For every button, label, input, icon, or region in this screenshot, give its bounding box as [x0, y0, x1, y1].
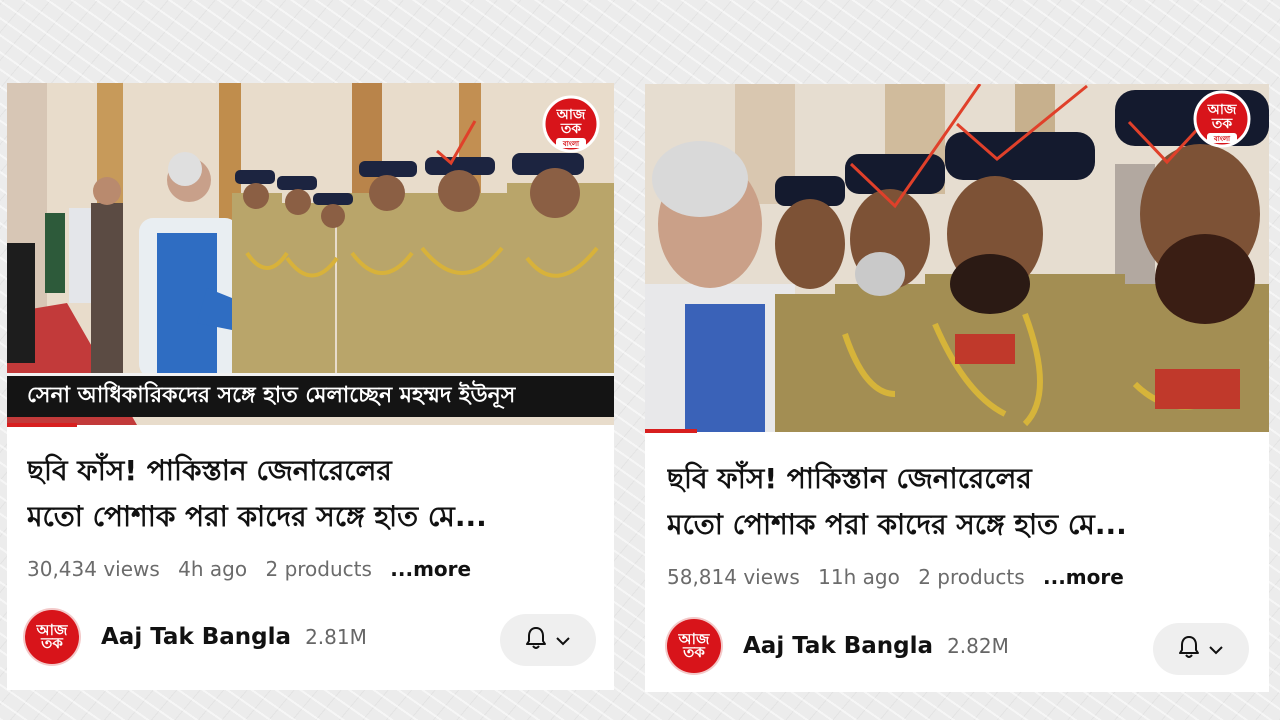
video-card-right[interactable]: আজ তক বাংলা ছবি ফাঁস! পাকিস্তান জেনারেলে… — [645, 84, 1269, 692]
thumbnail-caption: সেনা আধিকারিকদের সঙ্গে হাত মেলাচ্ছেন মহম… — [27, 383, 516, 408]
view-count: 30,434 views — [27, 557, 160, 581]
subscriber-count: 2.81M — [305, 625, 367, 649]
notification-bell-button[interactable] — [500, 614, 596, 666]
svg-text:তক: তক — [560, 121, 583, 137]
chevron-down-icon — [1208, 640, 1224, 659]
channel-name[interactable]: Aaj Tak Bangla — [101, 624, 291, 650]
svg-text:বাংলা: বাংলা — [562, 140, 580, 148]
video-card-left[interactable]: আজ তক বাংলা সেনা আধিকারিকদের সঙ্গে হাত ম… — [7, 83, 614, 690]
subscriber-count: 2.82M — [947, 634, 1009, 658]
products-link[interactable]: 2 products — [918, 565, 1024, 589]
more-link[interactable]: ...more — [390, 557, 471, 581]
channel-avatar[interactable]: আজ তক — [25, 610, 79, 664]
watch-progress-bar — [645, 429, 697, 433]
avatar-logo-text-2: তক — [41, 634, 63, 652]
video-title-line-2: মতো পোশাক পরা কাদের সঙ্গে হাত মে... — [27, 500, 487, 533]
avatar-logo-text-2: তক — [683, 643, 705, 661]
chevron-down-icon — [555, 631, 571, 650]
channel-name[interactable]: Aaj Tak Bangla — [743, 633, 933, 659]
video-thumbnail[interactable]: আজ তক বাংলা — [645, 84, 1269, 432]
aaj-tak-logo: আজ তক বাংলা — [542, 95, 600, 153]
bell-icon — [525, 626, 547, 654]
video-title-line-1: ছবি ফাঁস! পাকিস্তান জেনারেলের — [27, 454, 392, 487]
upload-age: 4h ago — [178, 557, 248, 581]
video-thumbnail[interactable]: আজ তক বাংলা সেনা আধিকারিকদের সঙ্গে হাত ম… — [7, 83, 614, 425]
svg-text:বাংলা: বাংলা — [1213, 135, 1231, 143]
notification-bell-button[interactable] — [1153, 623, 1249, 675]
channel-avatar[interactable]: আজ তক — [667, 619, 721, 673]
bell-icon — [1178, 635, 1200, 663]
upload-age: 11h ago — [818, 565, 900, 589]
video-title[interactable]: ছবি ফাঁস! পাকিস্তান জেনারেলের মতো পোশাক … — [27, 448, 602, 540]
video-title[interactable]: ছবি ফাঁস! পাকিস্তান জেনারেলের মতো পোশাক … — [667, 456, 1257, 548]
thumbnail-photo — [645, 84, 1269, 432]
svg-text:তক: তক — [1211, 116, 1234, 132]
video-meta: 58,814 views 11h ago 2 products ...more — [667, 565, 1136, 589]
video-meta: 30,434 views 4h ago 2 products ...more — [27, 557, 483, 581]
video-title-line-1: ছবি ফাঁস! পাকিস্তান জেনারেলের — [667, 462, 1032, 495]
thumbnail-caption-bar: সেনা আধিকারিকদের সঙ্গে হাত মেলাচ্ছেন মহম… — [7, 373, 614, 417]
channel-row: আজ তক Aaj Tak Bangla 2.81M — [25, 610, 367, 664]
products-link[interactable]: 2 products — [265, 557, 371, 581]
video-title-line-2: মতো পোশাক পরা কাদের সঙ্গে হাত মে... — [667, 508, 1127, 541]
view-count: 58,814 views — [667, 565, 800, 589]
watch-progress-bar — [7, 423, 77, 427]
channel-row: আজ তক Aaj Tak Bangla 2.82M — [667, 619, 1009, 673]
more-link[interactable]: ...more — [1043, 565, 1124, 589]
aaj-tak-logo: আজ তক বাংলা — [1193, 90, 1251, 148]
